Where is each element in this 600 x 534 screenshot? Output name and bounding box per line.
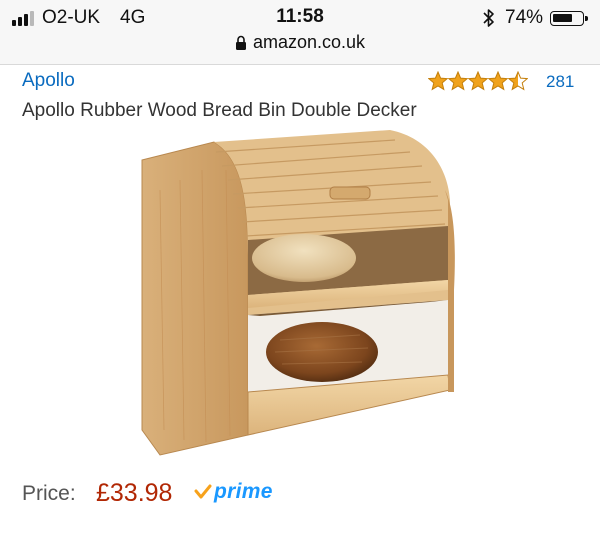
star-icon (508, 71, 528, 90)
battery-percent: 74% (505, 7, 544, 28)
product-title[interactable]: Apollo Rubber Wood Bread Bin Double Deck… (22, 100, 417, 122)
star-icon (468, 71, 488, 90)
address-bar[interactable]: amazon.co.uk (0, 32, 600, 58)
browser-chrome: O2-UK 4G 11:58 74% amazon.co.uk (0, 0, 600, 65)
brand-rating-row: Apollo 281 (22, 70, 582, 96)
prime-badge: prime (194, 479, 273, 505)
battery-icon (550, 11, 588, 26)
check-icon (194, 484, 212, 499)
prime-label: prime (214, 480, 273, 503)
price-value: £33.98 (96, 479, 173, 507)
star-icon (448, 71, 468, 90)
product-image[interactable] (130, 130, 470, 460)
star-icon (428, 71, 448, 90)
price-row: Price: £33.98 prime (22, 478, 582, 510)
price-label: Price: (22, 482, 76, 505)
bluetooth-icon (483, 9, 494, 27)
review-count-link[interactable]: 281 (546, 72, 574, 92)
battery-fill (553, 14, 572, 22)
star-rating[interactable] (428, 71, 528, 91)
lock-icon (235, 35, 246, 50)
status-bar: O2-UK 4G 11:58 74% (0, 6, 600, 30)
url-text: amazon.co.uk (252, 32, 366, 52)
star-icon (488, 71, 508, 90)
brand-link[interactable]: Apollo (22, 70, 75, 92)
